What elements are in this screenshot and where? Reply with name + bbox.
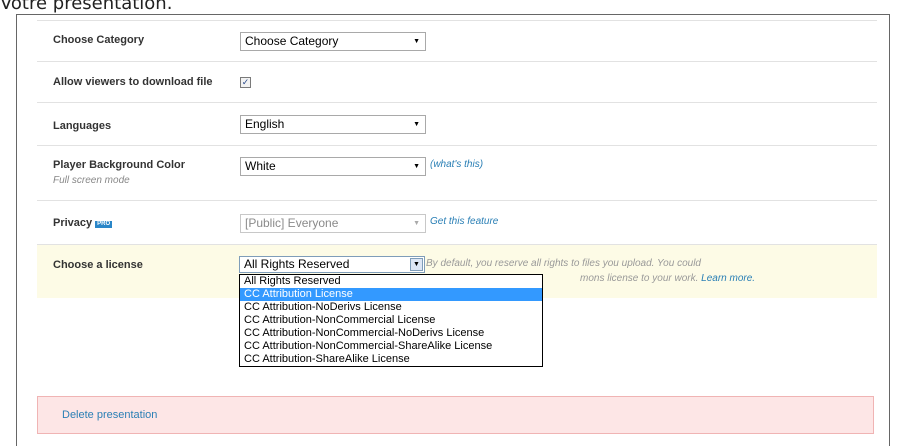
checkmark-icon: ✓ xyxy=(241,77,250,87)
license-select[interactable]: All Rights Reserved ▼ xyxy=(239,256,425,273)
privacy-row: Privacy PRO [Public] Everyone ▼ Get this … xyxy=(37,200,877,243)
languages-row: Languages English ▼ xyxy=(37,102,877,144)
license-option-cc-by-nd[interactable]: CC Attribution-NoDerivs License xyxy=(240,301,542,314)
chevron-down-icon: ▼ xyxy=(413,163,420,170)
license-option-cc-by[interactable]: CC Attribution License xyxy=(240,288,542,301)
download-row: Allow viewers to download file ✓ xyxy=(37,61,877,101)
license-description-line2: mons license to your work. xyxy=(580,273,699,284)
background-row: Player Background Color Full screen mode… xyxy=(37,145,877,199)
privacy-label: Privacy xyxy=(53,217,93,229)
learn-more-link[interactable]: Learn more. xyxy=(701,273,755,284)
chevron-down-icon: ▼ xyxy=(413,220,420,227)
category-select[interactable]: Choose Category ▼ xyxy=(240,32,426,51)
category-row: Choose Category Choose Category ▼ xyxy=(37,20,877,60)
license-option-cc-by-nc-nd[interactable]: CC Attribution-NonCommercial-NoDerivs Li… xyxy=(240,327,542,340)
category-select-value: Choose Category xyxy=(245,34,339,48)
category-label: Choose Category xyxy=(53,34,145,46)
license-select-value: All Rights Reserved xyxy=(244,257,350,271)
license-dropdown: All Rights Reserved CC Attribution Licen… xyxy=(239,274,543,367)
license-option-all-rights[interactable]: All Rights Reserved xyxy=(240,275,542,288)
languages-select[interactable]: English ▼ xyxy=(240,115,426,134)
privacy-label-group: Privacy PRO xyxy=(53,217,113,229)
license-label: Choose a license xyxy=(53,259,143,271)
license-option-cc-by-nc[interactable]: CC Attribution-NonCommercial License xyxy=(240,314,542,327)
license-option-cc-by-sa[interactable]: CC Attribution-ShareAlike License xyxy=(240,353,542,366)
pro-badge: PRO xyxy=(95,221,113,228)
languages-select-value: English xyxy=(245,117,285,131)
privacy-select-value: [Public] Everyone xyxy=(245,216,339,230)
get-feature-link[interactable]: Get this feature xyxy=(430,216,498,227)
background-sublabel: Full screen mode xyxy=(53,175,130,186)
license-description-line1: By default, you reserve all rights to fi… xyxy=(426,258,701,269)
privacy-select: [Public] Everyone ▼ xyxy=(240,214,426,233)
license-option-cc-by-nc-sa[interactable]: CC Attribution-NonCommercial-ShareAlike … xyxy=(240,340,542,353)
background-select-value: White xyxy=(245,159,276,173)
chevron-down-icon: ▼ xyxy=(413,121,420,128)
whats-this-link[interactable]: (what's this) xyxy=(430,159,483,170)
chevron-down-icon: ▼ xyxy=(413,38,420,45)
background-label: Player Background Color xyxy=(53,159,186,171)
background-select[interactable]: White ▼ xyxy=(240,157,426,176)
danger-zone: Delete presentation xyxy=(37,396,874,434)
download-label: Allow viewers to download file xyxy=(53,76,213,88)
delete-presentation-link[interactable]: Delete presentation xyxy=(62,409,157,421)
download-checkbox[interactable]: ✓ xyxy=(240,77,251,88)
chevron-down-icon[interactable]: ▼ xyxy=(410,258,423,271)
page-caption: Votre présentation. xyxy=(0,0,173,14)
languages-label: Languages xyxy=(53,120,112,132)
